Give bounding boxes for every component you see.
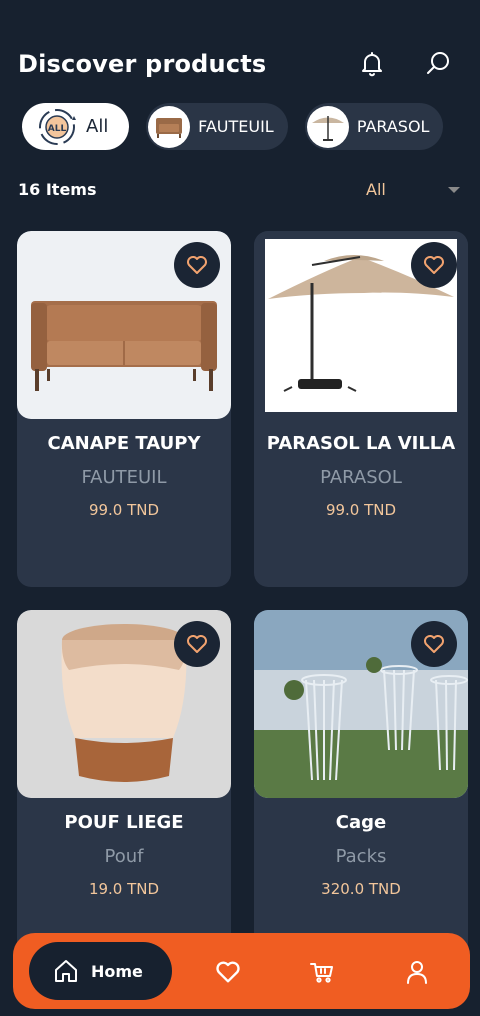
category-chips: ALL All FAUTEUIL PARASOL	[22, 103, 468, 150]
favorite-button[interactable]	[174, 621, 220, 667]
nav-cart-button[interactable]	[307, 957, 337, 987]
product-card[interactable]: Cage Packs 320.0 TND	[254, 610, 468, 966]
product-category: Pouf	[104, 846, 144, 867]
app-header: Discover products	[18, 44, 462, 84]
category-chip-fauteuil[interactable]: FAUTEUIL	[146, 103, 288, 150]
category-chip-label: All	[86, 116, 109, 137]
product-name: Cage	[335, 812, 387, 833]
heart-icon	[424, 256, 444, 274]
nav-favorites-button[interactable]	[213, 957, 243, 987]
all-icon: ALL	[36, 106, 78, 148]
heart-icon	[187, 635, 207, 653]
item-count: 16 Items	[18, 180, 97, 199]
home-icon	[55, 960, 77, 982]
product-category: Packs	[335, 846, 387, 867]
parasol-thumbnail	[306, 105, 349, 148]
bell-icon[interactable]	[358, 50, 386, 78]
product-price: 99.0 TND	[325, 501, 397, 519]
product-name: CANAPE TAUPY	[47, 433, 201, 454]
heart-icon	[424, 635, 444, 653]
product-card[interactable]: CANAPE TAUPY FAUTEUIL 99.0 TND	[17, 231, 231, 587]
heart-icon	[187, 256, 207, 274]
filter-dropdown[interactable]: All	[360, 180, 460, 202]
search-icon[interactable]	[424, 50, 452, 78]
product-price: 19.0 TND	[88, 880, 160, 898]
favorite-button[interactable]	[411, 242, 457, 288]
page-title: Discover products	[18, 50, 267, 78]
profile-icon	[407, 961, 427, 984]
product-card[interactable]: POUF LIEGE Pouf 19.0 TND	[17, 610, 231, 966]
filter-value: All	[366, 180, 386, 199]
nav-profile-button[interactable]	[402, 957, 432, 987]
nav-home-button[interactable]: Home	[29, 942, 172, 1000]
favorite-button[interactable]	[411, 621, 457, 667]
product-category: FAUTEUIL	[81, 467, 167, 488]
cart-icon	[310, 963, 333, 983]
product-price: 320.0 TND	[321, 880, 401, 898]
category-chip-parasol[interactable]: PARASOL	[304, 103, 444, 150]
armchair-thumbnail	[148, 105, 191, 148]
product-card[interactable]: PARASOL LA VILLA PARASOL 99.0 TND	[254, 231, 468, 587]
category-chip-label: PARASOL	[356, 117, 430, 136]
product-name: PARASOL LA VILLA	[266, 433, 456, 454]
product-name: POUF LIEGE	[64, 812, 184, 833]
svg-text:ALL: ALL	[48, 124, 67, 134]
product-category: PARASOL	[320, 467, 402, 488]
favorite-button[interactable]	[174, 242, 220, 288]
nav-home-label: Home	[91, 961, 143, 981]
category-chip-label: FAUTEUIL	[198, 117, 274, 136]
category-chip-all[interactable]: ALL All	[22, 103, 129, 150]
bottom-navigation: Home	[13, 933, 470, 1009]
heart-icon	[216, 961, 240, 983]
chevron-down-icon	[448, 187, 460, 193]
product-price: 99.0 TND	[88, 501, 160, 519]
